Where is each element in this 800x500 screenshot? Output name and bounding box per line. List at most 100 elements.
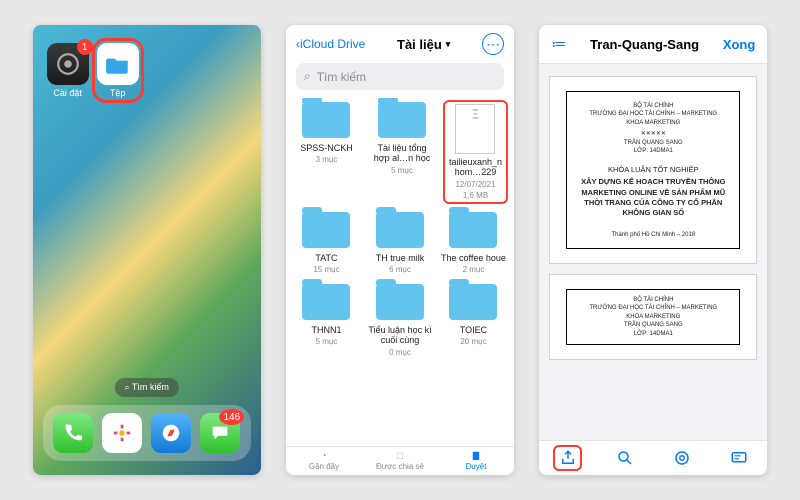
search-icon: ⌕ <box>304 69 311 84</box>
app-label: Cài đặt <box>53 88 82 98</box>
page-header: BỘ TÀI CHÍNH TRƯỜNG ĐẠI HỌC TÀI CHÍNH – … <box>575 102 731 155</box>
tab-shared[interactable]: ⬚ Được chia sẻ <box>362 451 438 471</box>
back-label: iCloud Drive <box>300 37 365 51</box>
folder-icon: ▇ <box>473 451 479 460</box>
document-title: Tran-Quang-Sang <box>590 37 699 52</box>
tab-recent[interactable]: ◔ Gần đây <box>286 451 362 471</box>
dock: 146 <box>43 405 251 461</box>
share-button[interactable] <box>539 449 596 467</box>
notification-badge: 146 <box>219 409 244 425</box>
item-name: Tiểu luận học kì cuối cùng <box>367 325 432 346</box>
document-viewer: ≔ Tran-Quang-Sang Xong BỘ TÀI CHÍNH TRƯỜ… <box>539 25 767 475</box>
search-placeholder: Tìm kiếm <box>317 70 366 84</box>
tab-browse[interactable]: ▇ Duyệt <box>438 451 514 471</box>
bookmark-button[interactable] <box>653 449 710 467</box>
item-meta: 3 mục <box>316 155 338 164</box>
folder-item[interactable]: THNN1 5 mục <box>294 284 359 357</box>
folder-icon <box>376 212 424 248</box>
document-pages[interactable]: BỘ TÀI CHÍNH TRƯỜNG ĐẠI HỌC TÀI CHÍNH – … <box>539 64 767 440</box>
clock-icon: ◔ <box>322 451 327 460</box>
item-meta: 2 mục <box>463 265 485 274</box>
app-settings[interactable]: 1 Cài đặt <box>47 43 89 98</box>
folder-icon <box>378 102 426 138</box>
document-item[interactable]: ━━━━━━━━ tailieuxanh_nhom…229 12/07/2021 1,… <box>443 100 508 204</box>
page-header: BỘ TÀI CHÍNH TRƯỜNG ĐẠI HỌC TÀI CHÍNH – … <box>573 296 733 338</box>
item-name: SPSS-NCKH <box>300 143 353 153</box>
folder-icon <box>97 43 139 85</box>
compass-icon <box>151 413 191 453</box>
phone-icon <box>53 413 93 453</box>
files-browser: ‹ iCloud Drive Tài liệu ▾ ⋯ ⌕ Tìm kiếm SP… <box>286 25 514 475</box>
home-icon-row: 1 Cài đặt Tệp <box>33 25 261 116</box>
search-label: Tìm kiếm <box>132 382 169 392</box>
item-meta: 5 mục <box>316 337 338 346</box>
folder-title[interactable]: Tài liệu ▾ <box>371 37 476 52</box>
folder-item[interactable]: TOIEC 20 mục <box>441 284 506 357</box>
folder-icon <box>376 284 424 320</box>
page-title-block: KHÓA LUẬN TỐT NGHIỆP XÂY DỰNG KẾ HOẠCH T… <box>575 165 731 218</box>
item-name: Tài liệu tổng hợp al…n học <box>369 143 434 164</box>
folder-icon <box>302 212 350 248</box>
item-meta: 5 mục <box>391 166 413 175</box>
page-footer: Thành phố Hồ Chí Minh – 2018 <box>575 232 731 238</box>
folder-item[interactable]: TH true milk 6 mục <box>367 212 432 274</box>
item-meta: 6 mục <box>389 265 411 274</box>
folder-item[interactable]: Tài liệu tổng hợp al…n học 5 mục <box>369 102 434 202</box>
pencil-icon <box>730 449 748 467</box>
folder-icon <box>449 284 497 320</box>
document-icon: ━━━━━━━━ <box>455 104 495 154</box>
app-photos[interactable] <box>102 413 142 453</box>
file-grid: SPSS-NCKH 3 mục Tài liệu tổng hợp al…n họ… <box>286 98 514 446</box>
ellipsis-icon: ⋯ <box>486 36 500 53</box>
app-label: Tệp <box>110 88 126 98</box>
back-button[interactable]: ‹ iCloud Drive <box>296 37 365 51</box>
item-date: 12/07/2021 <box>455 180 495 189</box>
item-meta: 20 mục <box>460 337 486 346</box>
item-name: The coffee houe <box>441 253 506 263</box>
chevron-down-icon: ▾ <box>446 39 451 50</box>
files-header: ‹ iCloud Drive Tài liệu ▾ ⋯ <box>286 25 514 63</box>
search-icon <box>616 449 634 467</box>
item-size: 1,6 MB <box>463 191 488 200</box>
item-meta: 15 mục <box>313 265 339 274</box>
search-button[interactable] <box>596 449 653 467</box>
item-name: TOIEC <box>460 325 487 335</box>
app-messages[interactable]: 146 <box>200 413 240 453</box>
folder-item[interactable]: The coffee houe 2 mục <box>441 212 506 274</box>
folder-item[interactable]: SPSS-NCKH 3 mục <box>294 102 359 202</box>
search-input[interactable]: ⌕ Tìm kiếm <box>296 63 504 90</box>
item-name: THNN1 <box>311 325 341 335</box>
tab-label: Duyệt <box>466 462 487 471</box>
list-icon[interactable]: ≔ <box>551 35 566 53</box>
title-text: Tài liệu <box>397 37 442 52</box>
more-button[interactable]: ⋯ <box>482 33 504 55</box>
viewer-header: ≔ Tran-Quang-Sang Xong <box>539 25 767 64</box>
folder-item[interactable]: Tiểu luận học kì cuối cùng 0 mục <box>367 284 432 357</box>
tab-bar: ◔ Gần đây ⬚ Được chia sẻ ▇ Duyệt <box>286 446 514 475</box>
photos-icon <box>102 413 142 453</box>
bookmark-icon <box>673 449 691 467</box>
shared-folder-icon: ⬚ <box>396 451 404 460</box>
item-name: TH true milk <box>376 253 425 263</box>
app-phone[interactable] <box>53 413 93 453</box>
folder-icon <box>302 284 350 320</box>
page-2: BỘ TÀI CHÍNH TRƯỜNG ĐẠI HỌC TÀI CHÍNH – … <box>549 274 757 360</box>
item-meta: 0 mục <box>389 348 411 357</box>
tab-label: Gần đây <box>309 462 339 471</box>
done-button[interactable]: Xong <box>723 37 756 52</box>
notification-badge: 1 <box>77 39 93 55</box>
folder-icon <box>302 102 350 138</box>
tab-label: Được chia sẻ <box>376 462 424 471</box>
page-1: BỘ TÀI CHÍNH TRƯỜNG ĐẠI HỌC TÀI CHÍNH – … <box>549 76 757 264</box>
viewer-toolbar <box>539 440 767 475</box>
home-screen: 1 Cài đặt Tệp ⌕ Tìm kiếm 146 <box>33 25 261 475</box>
item-name: TATC <box>315 253 337 263</box>
folder-icon <box>449 212 497 248</box>
item-name: tailieuxanh_nhom…229 <box>447 157 504 178</box>
app-files[interactable]: Tệp <box>92 38 144 103</box>
folder-item[interactable]: TATC 15 mục <box>294 212 359 274</box>
app-safari[interactable] <box>151 413 191 453</box>
spotlight-search[interactable]: ⌕ Tìm kiếm <box>114 378 178 397</box>
share-icon <box>559 449 577 467</box>
markup-button[interactable] <box>710 449 767 467</box>
